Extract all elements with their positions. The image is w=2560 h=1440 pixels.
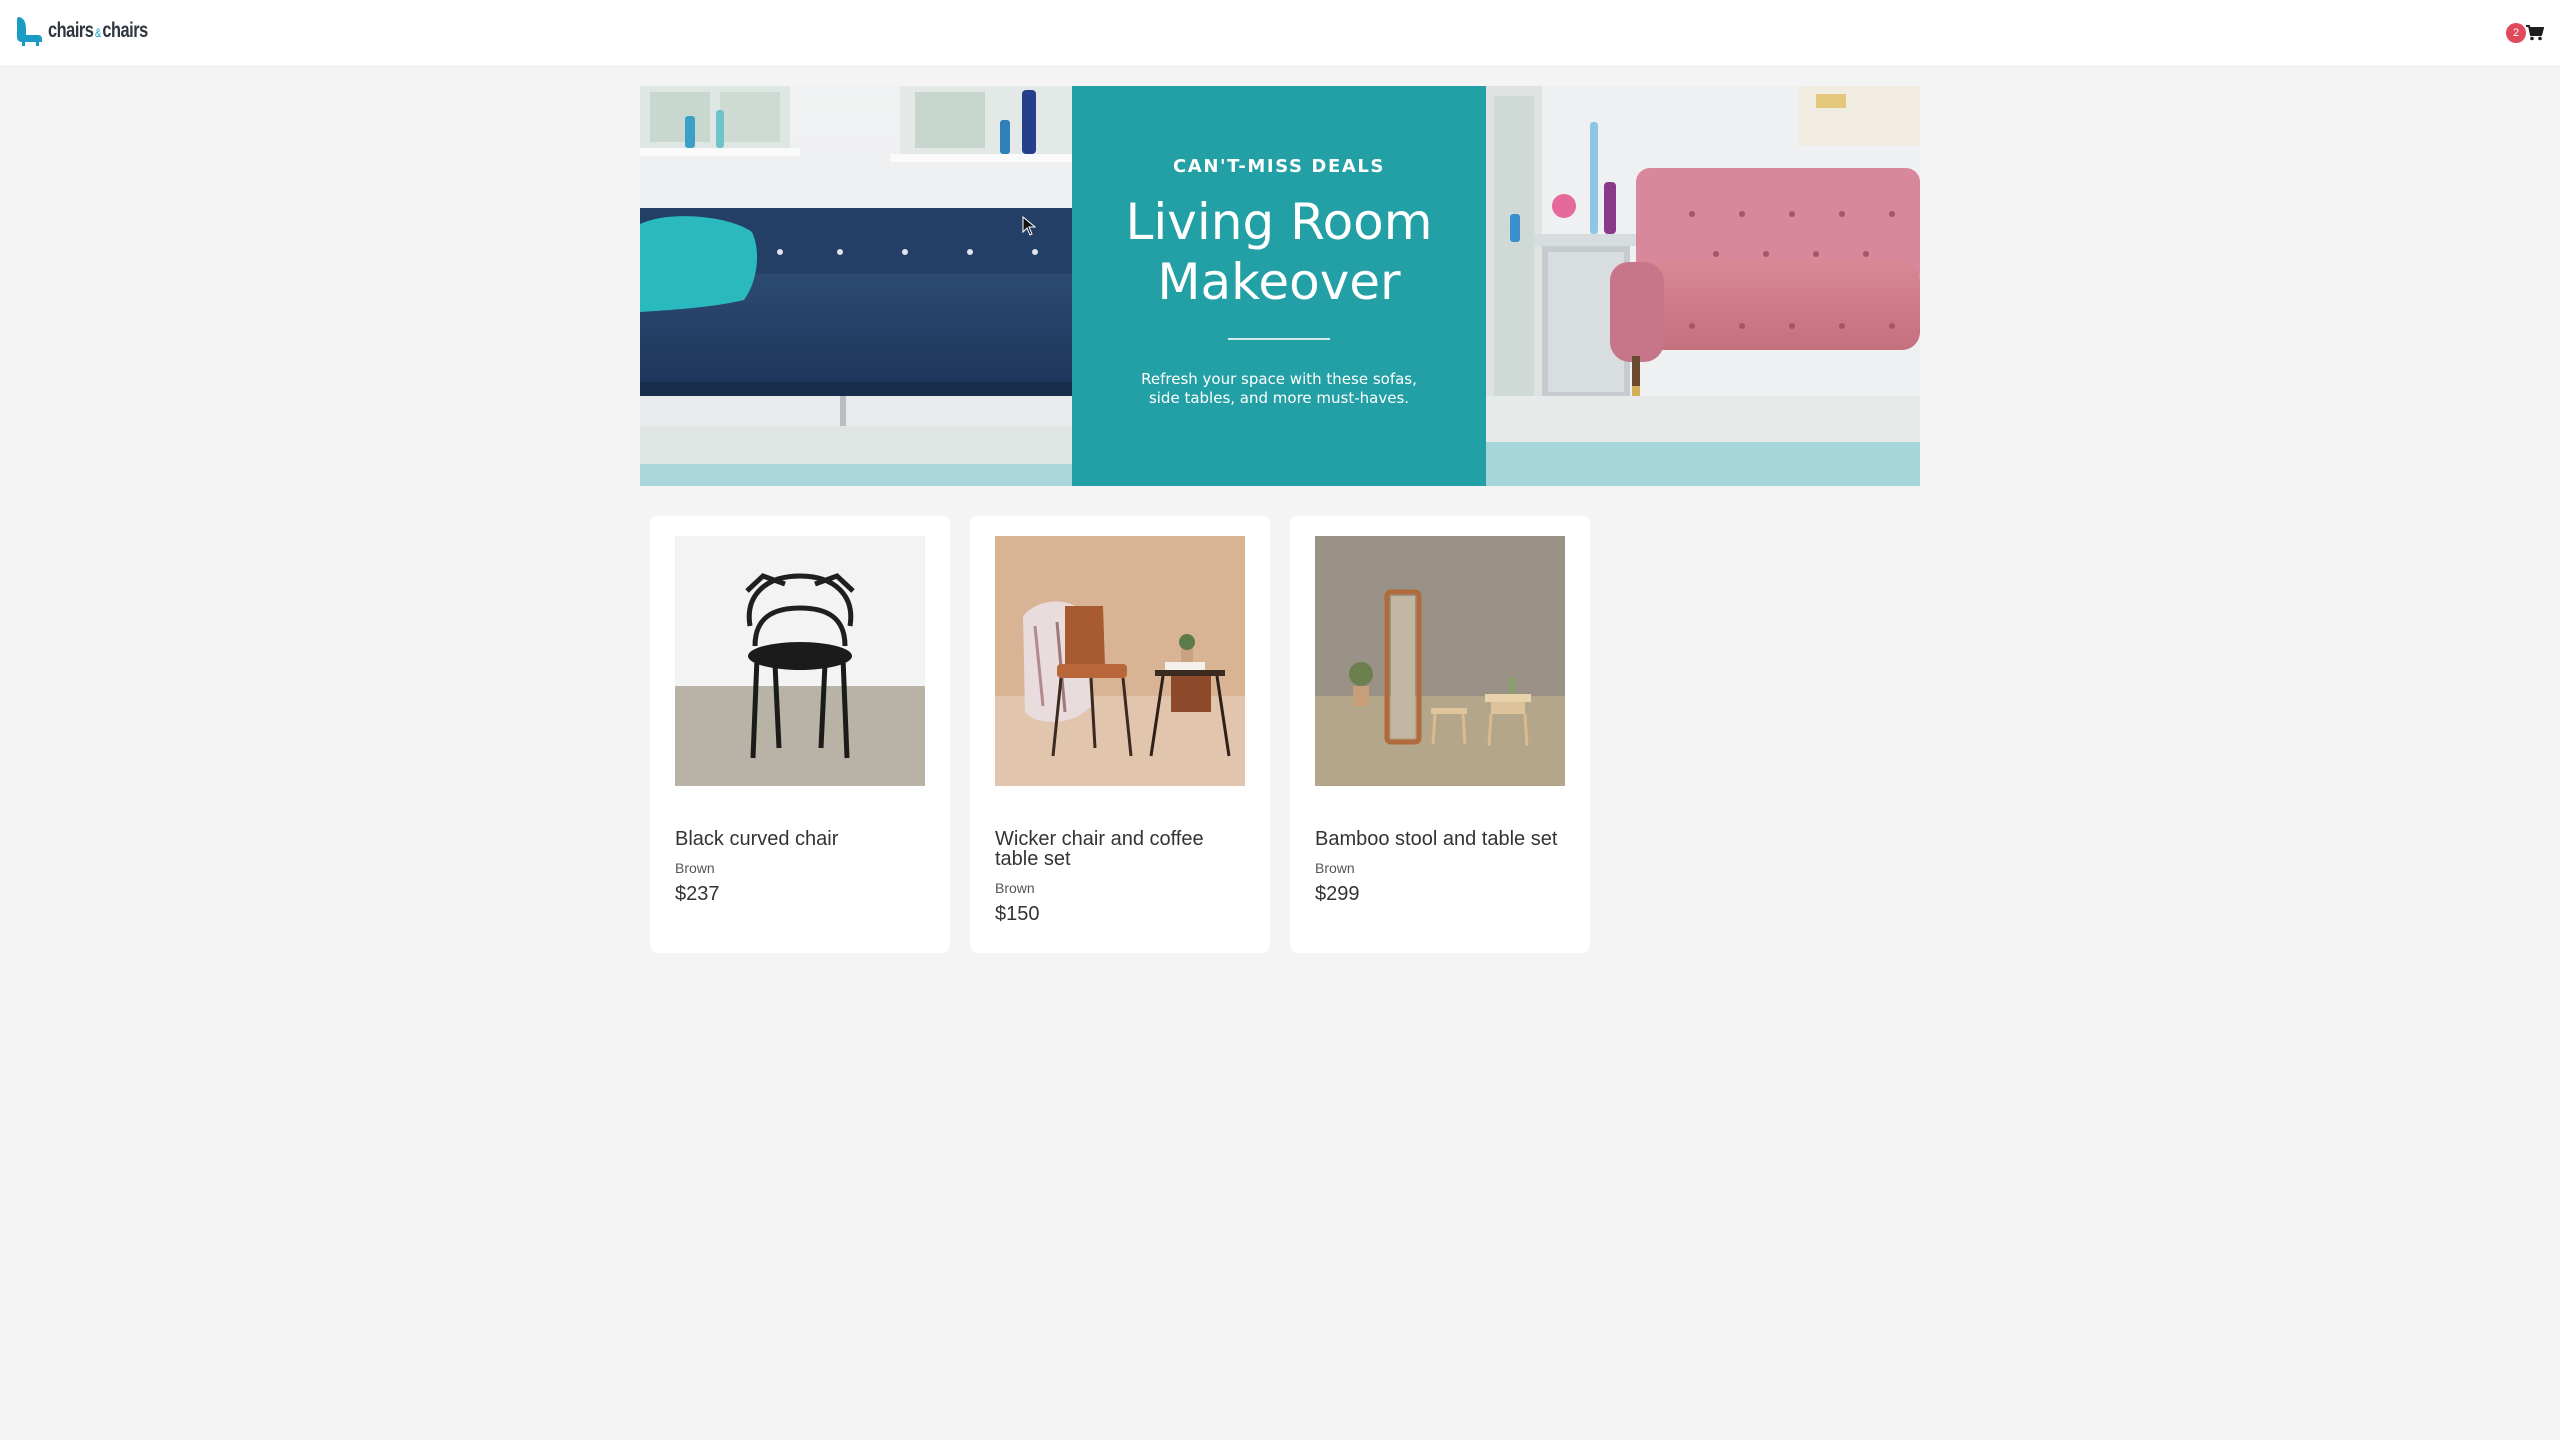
- logo-wordmark: chairs &chairs: [48, 19, 148, 42]
- product-price: $299: [1315, 883, 1360, 905]
- promo-banner[interactable]: CAN'T-MISS DEALS Living Room Makeover Re…: [640, 86, 1920, 486]
- product-price: $237: [675, 883, 720, 905]
- product-card[interactable]: Wicker chair and coffee table set Brown …: [970, 516, 1270, 953]
- shopping-cart-icon: [2526, 25, 2544, 41]
- banner-headline: Living Room Makeover: [1072, 192, 1486, 312]
- product-image-bamboo-set[interactable]: [1315, 536, 1565, 786]
- navy-sofa-photo: [640, 86, 1072, 486]
- product-color: Brown: [1315, 860, 1355, 876]
- cart-count-badge: 2: [2506, 23, 2526, 43]
- site-header: chairs &chairs 2: [0, 0, 2560, 66]
- product-price: $150: [995, 903, 1040, 925]
- product-image-wicker-chair[interactable]: [995, 536, 1245, 786]
- banner-text-panel: CAN'T-MISS DEALS Living Room Makeover Re…: [1072, 86, 1486, 486]
- pink-sofa-photo: [1486, 86, 1920, 486]
- product-name[interactable]: Black curved chair: [675, 829, 930, 849]
- product-name[interactable]: Bamboo stool and table set: [1315, 829, 1570, 849]
- product-image-black-chair[interactable]: [675, 536, 925, 786]
- product-name[interactable]: Wicker chair and coffee table set: [995, 829, 1250, 869]
- mouse-pointer-icon: [1022, 216, 1036, 236]
- site-logo[interactable]: chairs &chairs: [14, 14, 176, 48]
- headline-line-1: Living Room: [1125, 193, 1433, 251]
- headline-line-2: Makeover: [1157, 253, 1401, 311]
- banner-kicker: CAN'T-MISS DEALS: [1172, 156, 1386, 177]
- banner-subtext: Refresh your space with these sofas, sid…: [1129, 370, 1429, 408]
- product-card[interactable]: Black curved chair Brown $237: [650, 516, 950, 953]
- banner-divider: [1228, 338, 1330, 340]
- subtext-line-1: Refresh your space with these sofas,: [1141, 370, 1417, 388]
- chair-logo-icon: [17, 17, 42, 46]
- product-color: Brown: [675, 860, 715, 876]
- product-card[interactable]: Bamboo stool and table set Brown $299: [1290, 516, 1590, 953]
- subtext-line-2: side tables, and more must-haves.: [1148, 389, 1410, 407]
- product-color: Brown: [995, 880, 1035, 896]
- cart-button[interactable]: 2: [2506, 21, 2546, 45]
